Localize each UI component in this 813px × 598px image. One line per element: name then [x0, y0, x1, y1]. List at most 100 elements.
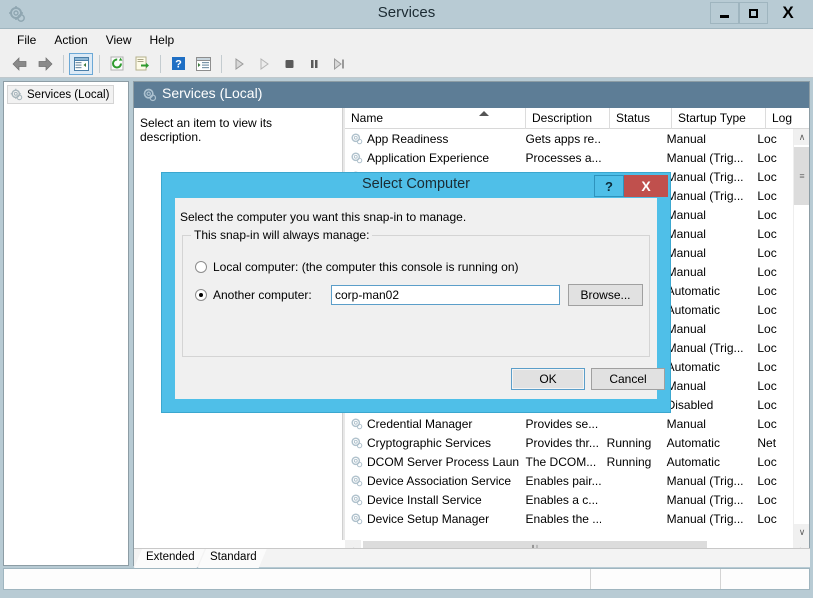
- services-gear-icon: [10, 88, 23, 101]
- table-row[interactable]: App Readiness Gets apps re... Manual Loc: [345, 129, 793, 148]
- cell-logon-as: Loc: [757, 226, 777, 241]
- dialog-titlebar: Select Computer ? X: [162, 173, 670, 198]
- radio-another-computer-label: Another computer:: [213, 288, 312, 302]
- export-list-button[interactable]: [130, 53, 154, 75]
- resume-service-button[interactable]: [252, 53, 276, 75]
- cell-service-name: DCOM Server Process Laun...: [345, 455, 520, 469]
- window-title: Services: [377, 4, 436, 21]
- service-gear-icon: [351, 456, 363, 468]
- cell-logon-as: Loc: [757, 131, 777, 146]
- sidebar-item-label: Services (Local): [27, 88, 110, 101]
- close-button[interactable]: X: [770, 2, 806, 24]
- table-row[interactable]: Device Association Service Enables pair..…: [345, 471, 793, 490]
- cell-logon-as: Loc: [757, 340, 777, 355]
- column-header-name[interactable]: Name: [345, 108, 526, 129]
- refresh-button[interactable]: [105, 53, 129, 75]
- table-row[interactable]: DCOM Server Process Laun... The DCOM... Ru…: [345, 452, 793, 471]
- cell-startup-type: Manual: [666, 378, 706, 393]
- scrollbar-track[interactable]: ≡: [794, 145, 809, 524]
- cell-service-name: Application Experience: [345, 151, 520, 165]
- radio-local-computer[interactable]: Local computer: (the computer this conso…: [195, 260, 519, 274]
- menu-action[interactable]: Action: [45, 31, 96, 49]
- listview-vertical-scrollbar[interactable]: ∧ ≡ ∨: [793, 129, 809, 540]
- properties-icon: [195, 56, 211, 71]
- menu-file[interactable]: File: [8, 31, 45, 49]
- menu-view[interactable]: View: [97, 31, 141, 49]
- restart-service-button[interactable]: [327, 53, 351, 75]
- pause-service-button[interactable]: [302, 53, 326, 75]
- service-name-text: DCOM Server Process Laun...: [367, 454, 520, 469]
- scrollbar-grip-icon: ≡: [799, 171, 805, 181]
- table-row[interactable]: Cryptographic Services Provides thr... Run…: [345, 433, 793, 452]
- dialog-body: Select the computer you want this snap-i…: [175, 198, 665, 399]
- cell-startup-type: Manual (Trig...: [666, 169, 744, 184]
- stop-service-button[interactable]: [277, 53, 301, 75]
- restart-service-icon: [334, 57, 344, 70]
- service-gear-icon: [351, 437, 363, 449]
- cancel-button[interactable]: Cancel: [591, 368, 665, 390]
- cell-logon-as: Loc: [757, 416, 777, 431]
- radio-another-computer-indicator[interactable]: [195, 289, 207, 301]
- svg-text:?: ?: [175, 59, 182, 71]
- service-gear-icon: [351, 152, 363, 164]
- start-service-icon: [235, 57, 244, 70]
- column-header-startup-type[interactable]: Startup Type: [672, 108, 766, 129]
- scroll-down-button[interactable]: ∨: [794, 524, 809, 540]
- column-header-status[interactable]: Status: [610, 108, 672, 129]
- column-header-description[interactable]: Description: [526, 108, 610, 129]
- scrollbar-thumb[interactable]: ≡: [794, 147, 809, 205]
- show-hide-console-tree-icon: [73, 56, 89, 71]
- service-gear-icon: [351, 475, 363, 487]
- forward-button[interactable]: [33, 53, 57, 75]
- radio-local-computer-label: Local computer: (the computer this conso…: [213, 260, 519, 274]
- table-row[interactable]: Device Install Service Enables a c... Manu…: [345, 490, 793, 509]
- cell-logon-as: Loc: [757, 492, 777, 507]
- table-row[interactable]: Application Experience Processes a... Manu…: [345, 148, 793, 167]
- cell-description: Provides thr...: [525, 435, 599, 450]
- properties-button[interactable]: [191, 53, 215, 75]
- service-gear-icon: [351, 494, 363, 506]
- computer-name-input[interactable]: [331, 285, 560, 305]
- ok-button[interactable]: OK: [511, 368, 585, 390]
- maximize-button[interactable]: [739, 2, 768, 24]
- scroll-up-button[interactable]: ∧: [794, 129, 809, 145]
- cell-logon-as: Loc: [757, 150, 777, 165]
- menu-help[interactable]: Help: [141, 31, 184, 49]
- table-row[interactable]: Device Setup Manager Enables the ... Manua…: [345, 509, 793, 528]
- browse-button[interactable]: Browse...: [568, 284, 643, 306]
- service-description-text: Select an item to view its description.: [140, 116, 273, 144]
- dialog-help-button[interactable]: ?: [594, 175, 624, 197]
- toolbar-separator: [99, 54, 100, 73]
- cell-status: Running: [606, 454, 652, 469]
- sidebar-item-services-local[interactable]: Services (Local): [7, 85, 115, 104]
- services-window: Services X File Action View Help ? Servi…: [0, 0, 813, 598]
- cell-logon-as: Loc: [757, 245, 777, 260]
- column-header-logon-as[interactable]: Log: [766, 108, 809, 129]
- cell-logon-as: Loc: [757, 454, 777, 469]
- help-button[interactable]: ?: [166, 53, 190, 75]
- start-service-button[interactable]: [227, 53, 251, 75]
- menubar: File Action View Help: [0, 28, 813, 50]
- show-hide-console-tree-button[interactable]: [69, 52, 93, 75]
- cell-service-name: Credential Manager: [345, 417, 520, 431]
- cell-description: Enables the ...: [525, 511, 601, 526]
- statusbar: [3, 568, 810, 590]
- cell-logon-as: Loc: [757, 283, 777, 298]
- cell-description: Provides se...: [525, 416, 599, 431]
- radio-another-computer[interactable]: Another computer:: [195, 288, 312, 302]
- sort-ascending-icon: [479, 111, 489, 116]
- tab-standard[interactable]: Standard: [198, 549, 267, 568]
- tab-extended[interactable]: Extended: [134, 549, 205, 568]
- cell-startup-type: Automatic: [666, 454, 720, 469]
- radio-local-computer-indicator[interactable]: [195, 261, 207, 273]
- minimize-button[interactable]: [710, 2, 739, 24]
- cell-startup-type: Manual: [666, 321, 706, 336]
- cell-logon-as: Loc: [757, 359, 777, 374]
- cell-startup-type: Manual (Trig...: [666, 492, 744, 507]
- dialog-close-button[interactable]: X: [624, 175, 668, 197]
- groupbox-legend: This snap-in will always manage:: [191, 228, 373, 242]
- table-row[interactable]: Credential Manager Provides se... Manual Lo…: [345, 414, 793, 433]
- column-header-name-label: Name: [351, 111, 384, 125]
- back-button[interactable]: [8, 53, 32, 75]
- snapin-manage-groupbox: This snap-in will always manage: Local c…: [182, 228, 650, 357]
